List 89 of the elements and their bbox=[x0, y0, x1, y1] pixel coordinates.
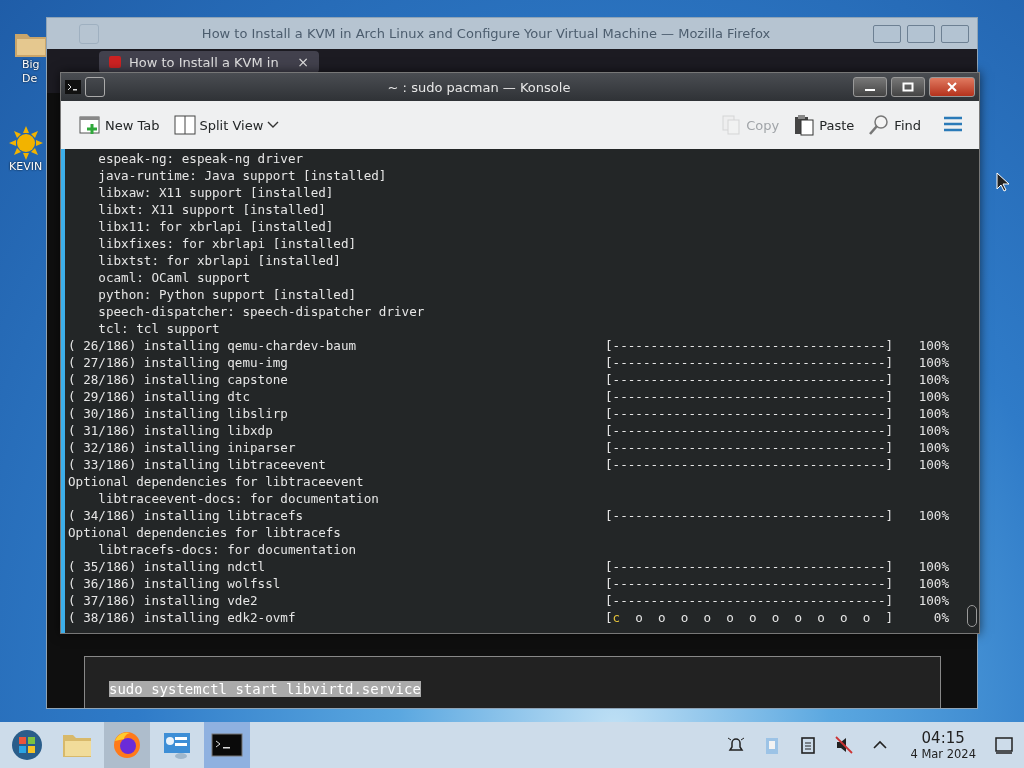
clock-date[interactable]: 4 Mar 2024 bbox=[910, 746, 976, 761]
terminal-line: libtracefs-docs: for documentation bbox=[97, 541, 357, 558]
terminal-line: ( 31/186) installing libxdp bbox=[68, 422, 274, 439]
terminal-icon bbox=[65, 80, 81, 94]
pin-icon[interactable] bbox=[85, 77, 105, 97]
sun-icon[interactable] bbox=[9, 126, 43, 160]
progress-text: [------------------------------------] bbox=[605, 371, 895, 388]
progress-text: [------------------------------------] bbox=[605, 575, 895, 592]
percent-text: 100% bbox=[917, 575, 949, 592]
terminal-line: libxtst: for xbrlapi [installed] bbox=[97, 252, 341, 269]
terminal-line: speech-dispatcher: speech-dispatcher driver bbox=[97, 303, 425, 320]
terminal-line: libtraceevent-docs: for documentation bbox=[97, 490, 379, 507]
percent-text: 100% bbox=[917, 371, 949, 388]
menu-icon bbox=[943, 115, 963, 132]
close-button[interactable] bbox=[929, 77, 975, 97]
progress-text: [------------------------------------] bbox=[605, 422, 895, 439]
progress-text: [------------------------------------] bbox=[605, 354, 895, 371]
terminal-line: ( 38/186) installing edk2-ovmf bbox=[68, 609, 297, 626]
terminal-line: ( 30/186) installing libslirp bbox=[68, 405, 289, 422]
percent-text: 100% bbox=[917, 422, 949, 439]
percent-text: 100% bbox=[917, 405, 949, 422]
window-title: ~ : sudo pacman — Konsole bbox=[386, 79, 572, 95]
progress-text: [c o o o o o o o o o o o ] bbox=[605, 609, 895, 626]
percent-text: 100% bbox=[917, 388, 949, 405]
terminal-line: Optional dependencies for libtraceevent bbox=[68, 473, 364, 490]
maximize-button[interactable] bbox=[891, 77, 925, 97]
paste-button[interactable]: Paste bbox=[791, 110, 857, 140]
maximize-icon bbox=[902, 82, 914, 92]
terminal-line: ( 27/186) installing qemu-img bbox=[68, 354, 289, 371]
progress-text: [------------------------------------] bbox=[605, 439, 895, 456]
code-text: sudo systemctl start libvirtd.service bbox=[109, 681, 421, 697]
percent-text: 100% bbox=[917, 354, 949, 371]
progress-text: [------------------------------------] bbox=[605, 405, 895, 422]
terminal-line: ocaml: OCaml support bbox=[97, 269, 250, 286]
split-view-icon bbox=[173, 114, 196, 136]
percent-text: 100% bbox=[917, 337, 949, 354]
terminal-line: python: Python support [installed] bbox=[97, 286, 357, 303]
terminal-line: libx11: for xbrlapi [installed] bbox=[97, 218, 334, 235]
close-icon bbox=[946, 82, 958, 92]
window-title: How to Install a KVM in Arch Linux and Configure Your Virtual Machine — Mozilla Firefox bbox=[200, 26, 772, 41]
new-tab-icon bbox=[79, 114, 101, 136]
muted-speaker-icon[interactable] bbox=[834, 735, 855, 755]
terminal-line: Optional dependencies for libtracefs bbox=[68, 524, 341, 541]
terminal-line: ( 29/186) installing dtc bbox=[68, 388, 251, 405]
minimize-icon bbox=[865, 89, 875, 91]
progress-text: [------------------------------------] bbox=[605, 558, 895, 575]
terminal-line: ( 36/186) installing wolfssl bbox=[68, 575, 282, 592]
split-view-button[interactable]: Split View bbox=[171, 110, 282, 140]
percent-text: 100% bbox=[917, 558, 949, 575]
progress-text: [------------------------------------] bbox=[605, 337, 895, 354]
clock-time[interactable]: 04:15 bbox=[921, 729, 965, 747]
progress-text: [------------------------------------] bbox=[605, 388, 895, 405]
terminal-line: ( 26/186) installing qemu-chardev-baum bbox=[68, 337, 358, 354]
icon-label: De bbox=[22, 72, 38, 86]
start-orb-icon[interactable] bbox=[11, 729, 43, 761]
percent-text: 100% bbox=[917, 456, 949, 473]
chevron-down-icon bbox=[267, 121, 280, 129]
terminal-line: ( 28/186) installing capstone bbox=[68, 371, 289, 388]
minimize-button[interactable] bbox=[853, 77, 887, 97]
terminal-line: libxt: X11 support [installed] bbox=[97, 201, 326, 218]
icon-label: KEVIN bbox=[9, 160, 43, 174]
new-tab-button[interactable]: New Tab bbox=[77, 110, 162, 140]
browser-icon[interactable] bbox=[111, 729, 143, 761]
show-desktop-icon[interactable] bbox=[994, 735, 1014, 755]
terminal-line: ( 34/186) installing libtracefs bbox=[68, 507, 305, 524]
terminal-line: ( 33/186) installing libtraceevent bbox=[68, 456, 327, 473]
progress-text: [------------------------------------] bbox=[605, 507, 895, 524]
terminal-line: libxfixes: for xbrlapi [installed] bbox=[97, 235, 357, 252]
find-button[interactable]: Find bbox=[866, 110, 923, 140]
terminal-line: tcl: tcl support bbox=[97, 320, 220, 337]
browser-tab[interactable]: How to Install a KVM in × bbox=[99, 51, 319, 73]
icon-label: Big bbox=[22, 58, 40, 72]
terminal-line: ( 32/186) installing iniparser bbox=[68, 439, 297, 456]
paste-icon bbox=[793, 114, 816, 136]
mouse-pointer-icon bbox=[996, 172, 1010, 192]
percent-text: 100% bbox=[917, 439, 949, 456]
tab-close-button[interactable]: × bbox=[297, 54, 309, 70]
terminal-line: espeak-ng: espeak-ng driver bbox=[97, 150, 304, 167]
terminal-line: ( 35/186) installing ndctl bbox=[68, 558, 267, 575]
progress-text: [------------------------------------] bbox=[605, 592, 895, 609]
favicon-icon bbox=[109, 56, 121, 68]
percent-text: 100% bbox=[917, 507, 949, 524]
terminal-line: libxaw: X11 support [installed] bbox=[97, 184, 334, 201]
progress-text: [------------------------------------] bbox=[605, 456, 895, 473]
terminal-line: java-runtime: Java support [installed] bbox=[97, 167, 387, 184]
percent-text: 100% bbox=[917, 592, 949, 609]
terminal-line: ( 37/186) installing vde2 bbox=[68, 592, 259, 609]
search-icon bbox=[868, 114, 891, 136]
percent-text: 0% bbox=[932, 609, 949, 626]
